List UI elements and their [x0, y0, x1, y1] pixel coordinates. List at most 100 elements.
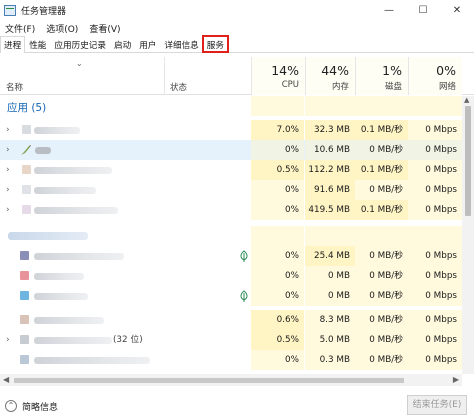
scroll-right-arrow-icon[interactable]: ▶ [453, 375, 459, 384]
network-value: 0 Mbps [408, 160, 462, 180]
disk-value: 0.1 MB/秒 [355, 120, 408, 140]
app-icon [22, 185, 31, 194]
table-row[interactable]: 0% 0.3 MB 0 MB/秒 0 Mbps [0, 350, 462, 370]
memory-column-label: 内存 [331, 82, 349, 92]
cpu-column-label: CPU [281, 80, 299, 90]
table-row[interactable]: › 0% 10.6 MB 0 MB/秒 0 Mbps [0, 140, 462, 160]
tab-details[interactable]: 详细信息 [160, 36, 202, 52]
process-name-redacted [34, 167, 112, 174]
expand-chevron-icon[interactable]: › [6, 180, 10, 200]
window-title: 任务管理器 [21, 6, 67, 17]
process-name-redacted [34, 337, 112, 344]
memory-value: 112.2 MB [305, 160, 355, 180]
process-count-fragment: (32 位) [113, 335, 143, 345]
column-memory[interactable]: 44% 内存 [305, 57, 355, 95]
horizontal-scroll-thumb[interactable] [14, 378, 404, 383]
process-name-redacted [34, 127, 80, 134]
memory-total-percent: 44% [321, 63, 349, 78]
title-bar: 任务管理器 — ☐ ✕ [0, 0, 474, 20]
column-header: ⌄ 名称 状态 14% CPU 44% 内存 1% 磁盘 0% 网络 [0, 57, 474, 95]
tab-services[interactable]: 服务 [201, 35, 229, 53]
tab-performance[interactable]: 性能 [25, 36, 50, 52]
memory-value: 5.0 MB [305, 330, 355, 350]
table-row[interactable]: › (32 位) 0.5% 5.0 MB 0 MB/秒 0 Mbps [0, 330, 462, 350]
task-manager-app-icon [4, 4, 16, 16]
disk-value: 0 MB/秒 [355, 140, 408, 160]
table-row[interactable]: › 0.5% 112.2 MB 0.1 MB/秒 0 Mbps [0, 160, 462, 180]
table-row[interactable]: 0% 25.4 MB 0 MB/秒 0 Mbps [0, 246, 462, 266]
minimize-button[interactable]: — [372, 0, 406, 20]
menu-view[interactable]: 查看(V) [84, 22, 126, 35]
cpu-value: 0% [251, 140, 304, 160]
tab-app-history[interactable]: 应用历史记录 [50, 36, 110, 52]
fewer-details-link[interactable]: 简略信息 [22, 400, 58, 413]
cpu-value: 0.5% [251, 330, 304, 350]
disk-value: 0 MB/秒 [355, 180, 408, 200]
table-row[interactable]: › 0% 91.6 MB 0 MB/秒 0 Mbps [0, 180, 462, 200]
process-name-redacted [34, 293, 88, 300]
scroll-left-arrow-icon[interactable]: ◀ [3, 375, 9, 384]
table-row[interactable]: › 0% 419.5 MB 0.1 MB/秒 0 Mbps [0, 200, 462, 220]
menu-file[interactable]: 文件(F) [0, 22, 41, 35]
app-icon [22, 125, 31, 134]
memory-value: 8.3 MB [305, 310, 355, 330]
table-row[interactable]: 0% 0 MB 0 MB/秒 0 Mbps [0, 266, 462, 286]
disk-value: 0 MB/秒 [355, 246, 408, 266]
column-disk[interactable]: 1% 磁盘 [355, 57, 408, 95]
table-row[interactable]: › 7.0% 32.3 MB 0.1 MB/秒 0 Mbps [0, 120, 462, 140]
group-header-apps[interactable]: 应用 (5) [0, 96, 462, 116]
collapse-up-icon[interactable]: ⌃ [5, 400, 17, 412]
cpu-value: 0% [251, 200, 304, 220]
expand-chevron-icon[interactable]: › [6, 330, 10, 350]
disk-value: 0.1 MB/秒 [355, 200, 408, 220]
vertical-scroll-thumb[interactable] [465, 106, 471, 216]
process-name-redacted [34, 207, 118, 214]
horizontal-scrollbar[interactable]: ◀ ▶ [0, 374, 462, 386]
expand-chevron-icon[interactable]: › [6, 120, 10, 140]
group-title: 应用 (5) [7, 102, 47, 114]
memory-value: 91.6 MB [305, 180, 355, 200]
process-name-redacted [35, 147, 51, 154]
app-icon [20, 251, 29, 260]
end-task-button[interactable]: 结束任务(E) [407, 395, 467, 415]
process-name-redacted [34, 357, 150, 364]
vertical-scrollbar[interactable]: ▲ [462, 96, 474, 374]
memory-value: 0.3 MB [305, 350, 355, 370]
table-row[interactable]: 0.6% 8.3 MB 0 MB/秒 0 Mbps [0, 310, 462, 330]
expand-chevron-icon[interactable]: › [6, 160, 10, 180]
footer: ⌃ 简略信息 结束任务(E) [0, 392, 474, 420]
memory-value: 0 MB [305, 286, 355, 306]
disk-value: 0.1 MB/秒 [355, 160, 408, 180]
tab-bar: 进程 性能 应用历史记录 启动 用户 详细信息 服务 [0, 35, 474, 53]
process-name-redacted [34, 253, 124, 260]
maximize-button[interactable]: ☐ [406, 0, 440, 20]
sort-chevron-icon[interactable]: ⌄ [76, 59, 83, 68]
pen-tool-icon [21, 145, 31, 155]
expand-chevron-icon[interactable]: › [6, 140, 10, 160]
efficiency-leaf-icon [240, 250, 248, 262]
close-button[interactable]: ✕ [440, 0, 474, 20]
window-controls: — ☐ ✕ [372, 0, 474, 20]
network-value: 0 Mbps [408, 350, 462, 370]
scroll-up-arrow-icon[interactable]: ▲ [464, 96, 469, 104]
cpu-value: 0% [251, 246, 304, 266]
menu-options[interactable]: 选项(O) [41, 22, 84, 35]
column-cpu[interactable]: 14% CPU [251, 57, 305, 95]
column-name[interactable]: 名称 [6, 81, 23, 93]
app-icon [20, 291, 29, 300]
process-name-redacted [34, 273, 84, 280]
cpu-value: 0% [251, 350, 304, 370]
menu-bar: 文件(F) 选项(O) 查看(V) [0, 20, 474, 36]
network-value: 0 Mbps [408, 246, 462, 266]
expand-chevron-icon[interactable]: › [6, 200, 10, 220]
tab-startup[interactable]: 启动 [110, 36, 135, 52]
column-network[interactable]: 0% 网络 [408, 57, 462, 95]
table-row[interactable]: 0% 0 MB 0 MB/秒 0 Mbps [0, 286, 462, 306]
column-status[interactable]: 状态 [170, 81, 187, 93]
tab-processes[interactable]: 进程 [0, 36, 26, 53]
group-header-background[interactable] [0, 226, 462, 246]
tab-users[interactable]: 用户 [135, 36, 160, 52]
column-divider [164, 57, 165, 95]
cpu-value: 7.0% [251, 120, 304, 140]
memory-value: 10.6 MB [305, 140, 355, 160]
